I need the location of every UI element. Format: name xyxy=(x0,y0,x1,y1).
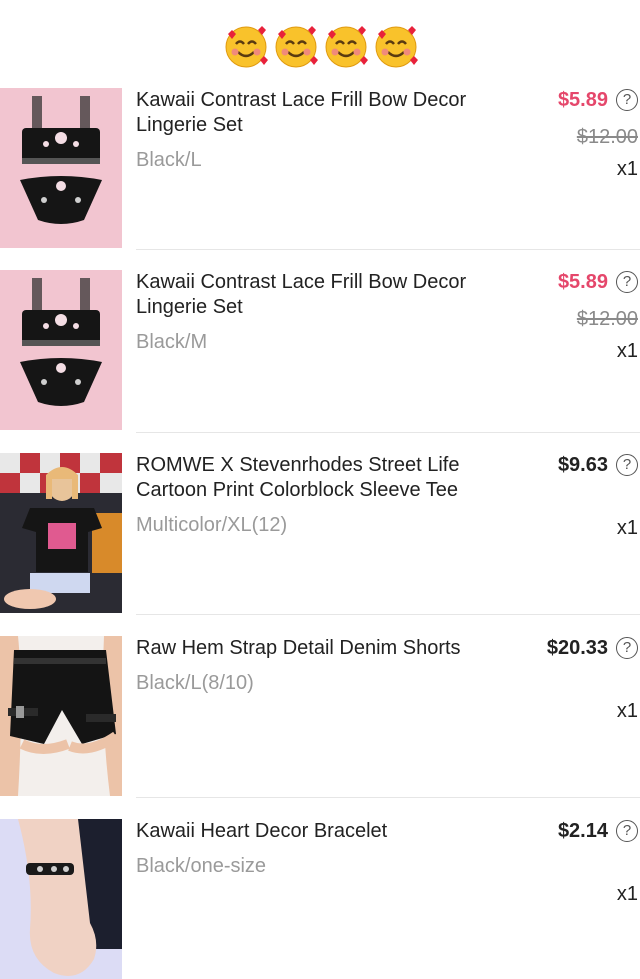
help-icon[interactable]: ? xyxy=(616,637,638,659)
cart-item[interactable]: Kawaii Contrast Lace Frill Bow Decor Lin… xyxy=(0,270,640,432)
product-variant: Black/L(8/10) xyxy=(136,672,254,694)
smiling-face-with-hearts-icon xyxy=(375,26,418,68)
cart-item[interactable]: Kawaii Heart Decor Bracelet Black/one-si… xyxy=(0,819,640,979)
divider xyxy=(136,797,640,798)
product-variant: Multicolor/XL(12) xyxy=(136,514,288,536)
price: $20.33 xyxy=(546,637,608,659)
quantity: x1 xyxy=(616,340,638,362)
divider xyxy=(136,432,640,433)
product-name[interactable]: Kawaii Contrast Lace Frill Bow Decor Lin… xyxy=(136,88,516,138)
product-name[interactable]: Raw Hem Strap Detail Denim Shorts xyxy=(136,636,516,661)
emoji-header xyxy=(222,22,422,72)
product-name[interactable]: Kawaii Contrast Lace Frill Bow Decor Lin… xyxy=(136,270,516,320)
sale-price: $5.89 xyxy=(557,89,608,111)
smiling-face-with-hearts-icon xyxy=(225,26,268,68)
tee-image[interactable] xyxy=(0,453,122,613)
original-price: $12.00 xyxy=(576,308,638,330)
quantity: x1 xyxy=(616,883,638,905)
cart-item[interactable]: ROMWE X Stevenrhodes Street Life Cartoon… xyxy=(0,453,640,615)
divider xyxy=(136,249,640,250)
lingerie-image[interactable] xyxy=(0,88,122,248)
cart-item[interactable]: Raw Hem Strap Detail Denim Shorts Black/… xyxy=(0,636,640,798)
product-variant: Black/L xyxy=(136,149,202,171)
quantity: x1 xyxy=(616,700,638,722)
product-name[interactable]: ROMWE X Stevenrhodes Street Life Cartoon… xyxy=(136,453,516,503)
quantity: x1 xyxy=(616,517,638,539)
price: $9.63 xyxy=(557,454,608,476)
smiling-face-with-hearts-icon xyxy=(275,26,318,68)
help-icon[interactable]: ? xyxy=(616,820,638,842)
shorts-image[interactable] xyxy=(0,636,122,796)
lingerie-image[interactable] xyxy=(0,270,122,430)
product-name[interactable]: Kawaii Heart Decor Bracelet xyxy=(136,819,516,844)
cart-item[interactable]: Kawaii Contrast Lace Frill Bow Decor Lin… xyxy=(0,88,640,250)
quantity: x1 xyxy=(616,158,638,180)
sale-price: $5.89 xyxy=(557,271,608,293)
product-variant: Black/M xyxy=(136,331,208,353)
help-icon[interactable]: ? xyxy=(616,271,638,293)
help-icon[interactable]: ? xyxy=(616,454,638,476)
original-price: $12.00 xyxy=(576,126,638,148)
smiling-face-with-hearts-icon xyxy=(325,26,368,68)
bracelet-image[interactable] xyxy=(0,819,122,979)
price: $2.14 xyxy=(557,820,608,842)
help-icon[interactable]: ? xyxy=(616,89,638,111)
divider xyxy=(136,614,640,615)
product-variant: Black/one-size xyxy=(136,855,267,877)
